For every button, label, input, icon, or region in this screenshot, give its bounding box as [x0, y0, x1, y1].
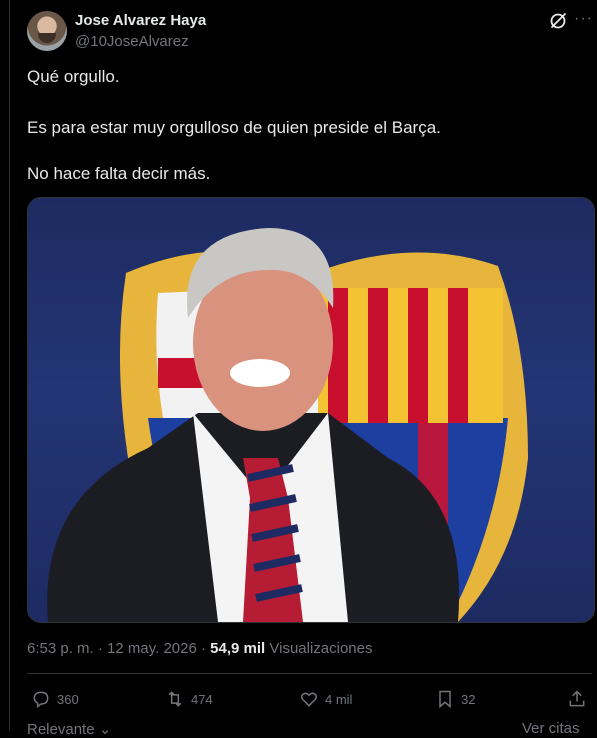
- reply-button[interactable]: 360: [31, 688, 79, 710]
- views-label: Visualizaciones: [269, 640, 373, 657]
- author-name[interactable]: Jose Alvarez Haya: [75, 12, 206, 29]
- views-count: 54,9 mil: [210, 640, 266, 657]
- post-text-line-3: No hace falta decir más.: [27, 164, 211, 183]
- heart-icon: [300, 692, 318, 707]
- photo-man-in-suit-barca-crest-icon: [47, 228, 528, 622]
- post-text-line-2: Es para estar muy orgulloso de quien pre…: [27, 118, 441, 137]
- author-avatar[interactable]: [27, 11, 67, 51]
- repost-icon: [168, 691, 182, 707]
- grok-icon[interactable]: [548, 11, 568, 31]
- like-count: 4 mil: [325, 691, 353, 707]
- chevron-down-icon: ⌄: [98, 721, 112, 738]
- like-button[interactable]: 4 mil: [299, 688, 352, 710]
- divider: [27, 673, 592, 674]
- reply-count: 360: [57, 691, 79, 707]
- more-options-icon[interactable]: ···: [574, 10, 593, 28]
- repost-button[interactable]: 474: [165, 688, 213, 710]
- view-quotes-link[interactable]: Ver citas: [522, 720, 580, 737]
- share-icon: [569, 690, 585, 707]
- sort-replies-dropdown[interactable]: Relevante ⌄: [27, 720, 111, 738]
- post-metadata: 6:53 p. m. · 12 may. 2026 · 54,9 mil Vis…: [27, 640, 373, 657]
- author-handle[interactable]: @10JoseAlvarez: [75, 33, 189, 50]
- repost-count: 474: [191, 691, 213, 707]
- reply-icon: [33, 691, 49, 708]
- post-timestamp[interactable]: 6:53 p. m. · 12 may. 2026 ·: [27, 640, 210, 657]
- share-button[interactable]: [567, 688, 587, 710]
- bookmark-count: 32: [461, 691, 476, 707]
- post-media-photo[interactable]: [27, 197, 595, 623]
- bookmark-button[interactable]: 32: [435, 688, 475, 710]
- sort-label: Relevante: [27, 721, 95, 738]
- post-text-line-1: Qué orgullo.: [27, 67, 120, 86]
- bookmark-icon: [439, 690, 451, 709]
